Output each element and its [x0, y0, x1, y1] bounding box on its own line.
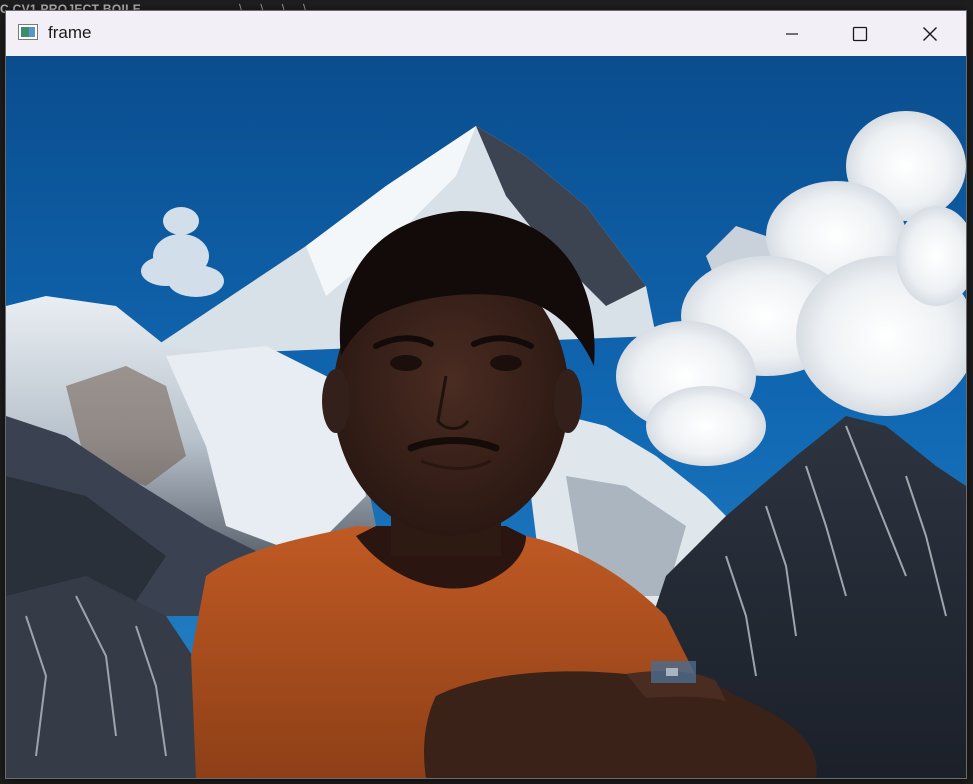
webcam-image	[6, 56, 966, 778]
title-bar[interactable]: frame	[6, 11, 966, 56]
maximize-button[interactable]	[826, 11, 894, 56]
close-icon	[923, 26, 937, 41]
app-icon	[18, 24, 38, 40]
video-frame	[6, 56, 966, 778]
frame-window: frame	[5, 10, 967, 779]
maximize-icon	[852, 26, 868, 41]
window-title: frame	[48, 23, 92, 42]
minimize-button[interactable]	[758, 11, 826, 56]
close-button[interactable]	[896, 11, 964, 56]
minimize-icon	[786, 32, 798, 35]
